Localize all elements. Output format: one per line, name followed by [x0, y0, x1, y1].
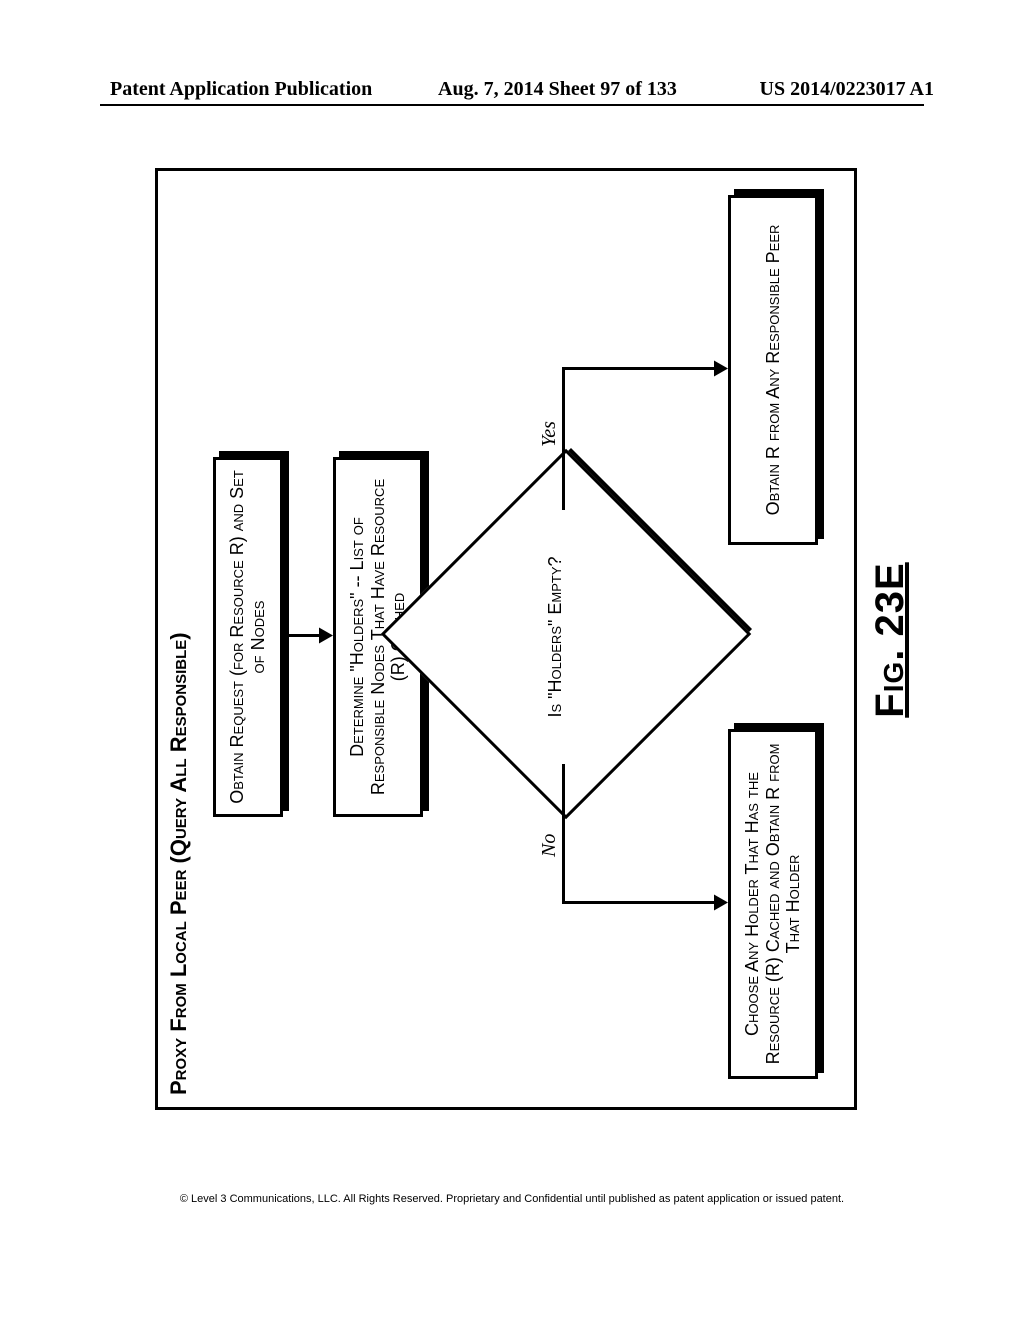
step-obtain-request: Obtain Request (for Resource R) and Set … [213, 457, 283, 817]
flowchart-title: Proxy From Local Peer (Query All Respons… [166, 632, 192, 1095]
connector [562, 367, 714, 370]
flowchart: Proxy From Local Peer (Query All Respons… [155, 170, 855, 1110]
connector [289, 634, 319, 637]
flowchart-frame: Proxy From Local Peer (Query All Respons… [155, 168, 857, 1110]
header-rule [100, 104, 924, 106]
copyright-footer: © Level 3 Communications, LLC. All Right… [0, 1193, 1024, 1205]
connector [562, 764, 565, 904]
diamond-shape [381, 449, 752, 820]
step-choose-holder: Choose Any Holder That Has the Resource … [728, 729, 818, 1079]
arrow-down-icon [714, 361, 728, 377]
page: Patent Application Publication Aug. 7, 2… [0, 0, 1024, 1320]
figure-caption: Fig. 23E [868, 562, 913, 717]
edge-label-yes: Yes [538, 421, 561, 447]
edge-label-no: No [538, 834, 561, 857]
connector [562, 901, 714, 904]
arrow-down-icon [319, 628, 333, 644]
decision-label: Is "Holders" Empty? [545, 497, 566, 777]
header-center: Aug. 7, 2014 Sheet 97 of 133 [438, 78, 677, 101]
step-obtain-from-responsible: Obtain R from Any Responsible Peer [728, 195, 818, 545]
header-left: Patent Application Publication [110, 78, 372, 101]
header-right: US 2014/0223017 A1 [760, 78, 934, 101]
arrow-down-icon [714, 895, 728, 911]
connector [562, 370, 565, 510]
